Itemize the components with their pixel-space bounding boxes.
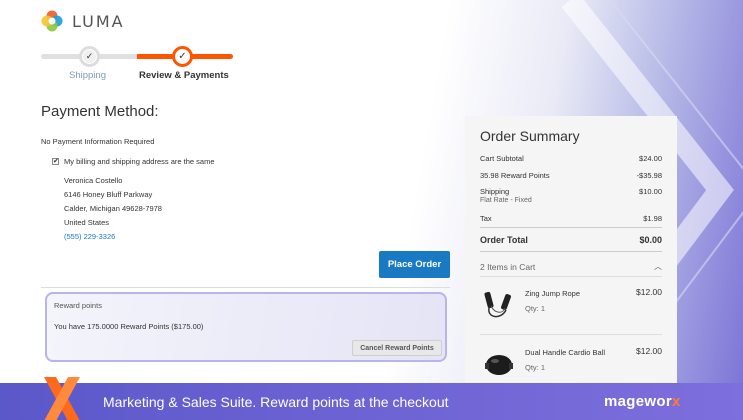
logo-text: LUMA bbox=[72, 11, 125, 31]
items-in-cart-toggle[interactable]: 2 Items in Cart ︿ bbox=[480, 261, 662, 272]
address-name: Veronica Costello bbox=[64, 176, 123, 185]
step-review-label: Review & Payments bbox=[139, 70, 229, 81]
jump-rope-icon bbox=[480, 285, 518, 323]
no-payment-info: No Payment Information Required bbox=[41, 137, 155, 146]
items-in-cart-label: 2 Items in Cart bbox=[480, 261, 536, 272]
banner-caption: Marketing & Sales Suite. Reward points a… bbox=[103, 394, 449, 410]
items-divider bbox=[480, 276, 662, 277]
reward-points-balance: You have 175.0000 Reward Points ($175.00… bbox=[54, 322, 204, 331]
reward-points-title: Reward points bbox=[54, 301, 102, 310]
reward-points-panel: Reward points You have 175.0000 Reward P… bbox=[45, 292, 447, 362]
luma-logo[interactable]: LUMA bbox=[41, 10, 125, 32]
items-divider bbox=[480, 334, 662, 335]
promo-banner: Marketing & Sales Suite. Reward points a… bbox=[0, 377, 743, 420]
same-address-label[interactable]: My billing and shipping address are the … bbox=[64, 157, 215, 166]
brand-accent: x bbox=[671, 393, 681, 410]
step-shipping-label[interactable]: Shipping bbox=[69, 70, 106, 81]
brand-text: magewor bbox=[604, 393, 672, 410]
order-total-label: Order Total bbox=[480, 235, 528, 245]
payment-method-title: Payment Method: bbox=[41, 103, 159, 120]
order-summary-title: Order Summary bbox=[480, 128, 580, 144]
summary-value: $10.00 bbox=[639, 187, 662, 196]
item-qty: Qty: 1 bbox=[525, 363, 546, 372]
mageworx-brand: mageworx bbox=[604, 393, 681, 410]
summary-row-shipping: Shipping $10.00 bbox=[480, 187, 662, 196]
address-city: Calder, Michigan 49628-7978 bbox=[64, 204, 162, 213]
item-price: $12.00 bbox=[636, 287, 662, 297]
billing-address: Veronica Costello 6146 Honey Bluff Parkw… bbox=[64, 174, 162, 244]
cart-item: Dual Handle Cardio Ball Qty: 1 $12.00 bbox=[480, 344, 662, 384]
address-phone-link[interactable]: (555) 229-3326 bbox=[64, 230, 162, 244]
cardio-ball-icon bbox=[480, 344, 518, 382]
check-icon: ✓ bbox=[178, 51, 187, 62]
checkout-progress: ✓ ✓ Shipping Review & Payments bbox=[41, 44, 236, 84]
order-summary: Order Summary Cart Subtotal $24.00 35.98… bbox=[465, 116, 677, 386]
item-qty: Qty: 1 bbox=[525, 304, 546, 313]
item-name: Dual Handle Cardio Ball bbox=[525, 348, 606, 357]
summary-label: Shipping bbox=[480, 187, 510, 196]
place-order-button[interactable]: Place Order bbox=[379, 251, 450, 278]
cancel-reward-points-button[interactable]: Cancel Reward Points bbox=[352, 340, 442, 356]
item-price: $12.00 bbox=[636, 346, 662, 356]
same-address-checkbox[interactable]: ✔ bbox=[52, 158, 59, 165]
chevron-up-icon: ︿ bbox=[654, 262, 662, 271]
cart-item: Zing Jump Rope Qty: 1 $12.00 bbox=[480, 285, 662, 325]
summary-row-total: Order Total $0.00 bbox=[480, 235, 662, 245]
summary-divider bbox=[480, 251, 662, 252]
same-address-row[interactable]: ✔ My billing and shipping address are th… bbox=[52, 157, 215, 166]
summary-row-subtotal: Cart Subtotal $24.00 bbox=[480, 154, 662, 163]
shipping-method: Flat Rate - Fixed bbox=[480, 197, 532, 204]
order-total-value: $0.00 bbox=[639, 235, 662, 245]
summary-value: $1.98 bbox=[643, 214, 662, 223]
summary-row-reward-points: 35.98 Reward Points -$35.98 bbox=[480, 171, 662, 180]
address-country: United States bbox=[64, 218, 110, 227]
address-street: 6146 Honey Bluff Parkway bbox=[64, 190, 153, 199]
mageworx-x-logo-icon bbox=[44, 377, 80, 420]
step-shipping-dot[interactable]: ✓ bbox=[79, 46, 100, 67]
divider bbox=[41, 287, 450, 288]
step-review-dot: ✓ bbox=[172, 46, 193, 67]
summary-divider bbox=[480, 227, 662, 228]
summary-value: $24.00 bbox=[639, 154, 662, 163]
summary-label: 35.98 Reward Points bbox=[480, 171, 550, 180]
summary-row-tax: Tax $1.98 bbox=[480, 214, 662, 223]
luma-logo-icon bbox=[41, 10, 63, 32]
summary-label: Cart Subtotal bbox=[480, 154, 524, 163]
checkout-page: LUMA ✓ ✓ Shipping Review & Payments Paym… bbox=[0, 0, 743, 420]
summary-label: Tax bbox=[480, 214, 492, 223]
summary-value: -$35.98 bbox=[636, 171, 662, 180]
check-icon: ✓ bbox=[83, 50, 96, 63]
item-name: Zing Jump Rope bbox=[525, 289, 581, 298]
